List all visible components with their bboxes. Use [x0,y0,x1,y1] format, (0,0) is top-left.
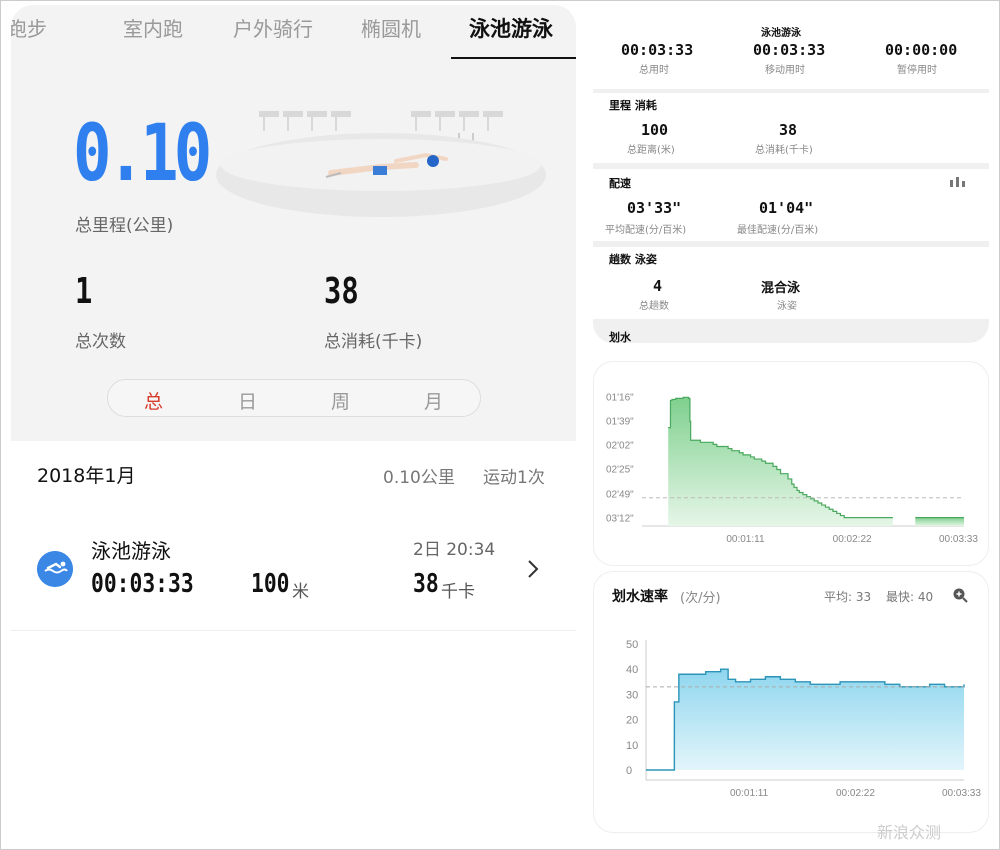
laps-header: 趟数 泳姿 [609,253,657,266]
month-label: 2018年1月 [37,465,136,487]
record-date: 2日 20:34 [413,540,496,560]
avg-pace-label: 平均配速(分/百米) [605,225,687,236]
x-tick-label: 00:02:22 [836,788,875,799]
stroke-rate-avg: 平均: 33 [824,590,872,604]
tab-running[interactable]: 跑步 [11,13,47,42]
stroke-rate-chart: 0 10 20 30 40 50 00:01:11 00:02:22 00:03:33 [626,639,981,799]
sport-tabs: 跑步 室内跑 户外骑行 椭圆机 泳池游泳 [11,5,576,60]
tab-elliptical[interactable]: 椭圆机 [361,13,421,42]
total-calories-detail-label: 总消耗(千卡) [755,145,813,156]
best-pace-label: 最佳配速(分/百米) [737,225,819,236]
stroke-rate-title: 划水速率 [612,589,668,605]
record-calories: 38 [413,569,439,599]
total-calories-label: 总消耗(千卡) [324,332,423,352]
pace-area-1 [915,517,964,526]
total-calories-value: 38 [324,271,359,312]
x-tick-label: 00:01:11 [730,788,769,799]
x-tick-label: 00:03:33 [942,788,981,799]
detail-title: 泳池游泳 [761,28,801,39]
laps-section: 趟数 泳姿 4 总趟数 混合泳 泳姿 [593,247,989,319]
record-calories-unit: 千卡 [441,582,475,602]
period-week[interactable]: 周 [331,387,350,414]
period-total[interactable]: 总 [144,387,163,414]
mileage-header: 里程 消耗 [609,99,657,112]
y-tick-label: 01'39" [606,416,634,427]
x-tick-label: 00:03:33 [939,534,978,545]
pace-section: 配速 03'33" 平均配速(分/百米) 01'04" 最佳配速(分/百米) [593,169,989,241]
time-section: 泳池游泳 00:03:33 总用时 00:03:33 移动用时 00:00:00… [593,13,989,89]
pause-time-value: 00:00:00 [885,41,958,59]
total-laps-label: 总趟数 [639,301,669,312]
record-distance: 100 [251,569,290,599]
stroke-rate-max: 最快: 40 [886,590,934,604]
bar-chart-icon[interactable] [949,175,967,187]
watermark: 新浪众测 [877,823,942,842]
pace-header: 配速 [609,177,631,190]
total-distance-value: 0.10 [73,109,212,199]
total-count-label: 总次数 [75,332,126,352]
record-duration: 00:03:33 [91,569,194,599]
tab-pool-swimming[interactable]: 泳池游泳 [469,13,553,43]
stroke-rate-card: 划水速率 (次/分) 平均: 33 最快: 40 0 10 20 30 40 50 00:0… [593,571,989,833]
tab-indoor-run[interactable]: 室内跑 [123,13,183,42]
month-distance: 0.10公里 [383,468,455,488]
y-tick-label: 02'02" [606,440,634,451]
x-tick-label: 00:01:11 [726,534,765,545]
y-tick-label: 30 [626,689,638,701]
left-phone-screen: 跑步 室内跑 户外骑行 椭圆机 泳池游泳 0.10 总里程(公里) 1 总次数 … [11,5,576,841]
month-count: 运动1次 [483,468,545,488]
stroke-header: 划水 [609,331,631,343]
y-tick-label: 03'12" [606,514,634,525]
y-tick-label: 01'16" [606,392,634,403]
pace-area-0 [668,397,893,526]
total-count-value: 1 [75,271,93,312]
y-tick-label: 10 [626,740,638,752]
total-distance-detail-label: 总距离(米) [627,145,675,156]
x-tick-label: 00:02:22 [833,534,872,545]
total-distance-detail: 100 [641,121,669,139]
period-selector: 总 日 周 月 [107,379,481,417]
total-distance-label: 总里程(公里) [75,216,174,236]
stroke-type-label: 泳姿 [777,301,797,312]
record-distance-unit: 米 [292,582,309,602]
total-time-value: 00:03:33 [621,41,694,59]
y-tick-label: 40 [626,664,638,676]
swimmer-illustration [216,111,546,217]
period-day[interactable]: 日 [238,387,257,414]
total-laps-value: 4 [653,277,663,295]
workout-record[interactable]: 泳池游泳 2日 20:34 00:03:33 100 米 38 千卡 [11,511,576,631]
stroke-type-value: 混合泳 [761,281,801,296]
stroke-rate-area [646,669,964,770]
screenshot-frame: 跑步 室内跑 户外骑行 椭圆机 泳池游泳 0.10 总里程(公里) 1 总次数 … [0,0,1000,850]
month-header: 2018年1月 0.10公里 运动1次 [11,441,576,511]
stroke-rate-unit: (次/分) [680,591,721,606]
moving-time-label: 移动用时 [765,65,805,76]
best-pace-value: 01'04" [759,199,814,217]
tab-outdoor-cycling[interactable]: 户外骑行 [233,13,313,42]
zoom-in-icon[interactable] [952,587,968,603]
avg-pace-value: 03'33" [627,199,682,217]
workout-detail-card: 泳池游泳 00:03:33 总用时 00:03:33 移动用时 00:00:00… [593,13,989,343]
moving-time-value: 00:03:33 [753,41,826,59]
mileage-section: 里程 消耗 100 总距离(米) 38 总消耗(千卡) [593,93,989,163]
swimming-icon [37,551,73,587]
pause-time-label: 暂停用时 [897,65,937,76]
total-time-label: 总用时 [639,65,669,76]
pace-chart-card: 01'16" 01'39" 02'02" 02'25" 02'49" 03'12" 00:0… [593,361,989,566]
y-tick-label: 02'49" [606,490,634,501]
total-calories-detail: 38 [779,121,798,139]
y-tick-label: 02'25" [606,464,634,475]
pace-chart: 01'16" 01'39" 02'02" 02'25" 02'49" 03'12" 00:0… [606,392,978,545]
y-tick-label: 20 [626,715,638,727]
chevron-right-icon[interactable] [521,557,545,581]
y-tick-label: 50 [626,639,638,651]
y-tick-label: 0 [626,765,632,777]
period-month[interactable]: 月 [424,387,443,414]
record-title: 泳池游泳 [91,539,171,563]
summary-panel: 0.10 总里程(公里) 1 总次数 38 总消耗(千卡) 总 日 周 月 [11,59,576,441]
